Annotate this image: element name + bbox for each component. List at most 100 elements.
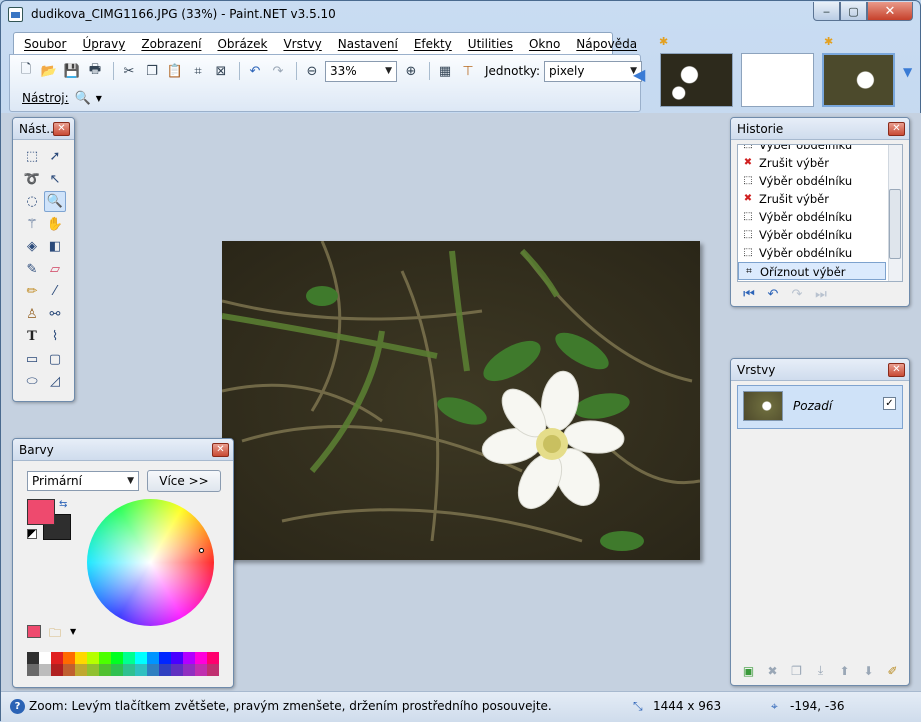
- palette-swatch[interactable]: [87, 652, 99, 664]
- add-to-palette-icon[interactable]: [27, 625, 41, 638]
- line-curve-icon[interactable]: ⌇: [44, 326, 66, 347]
- pan-icon[interactable]: ✋: [44, 214, 66, 235]
- fast-forward-icon[interactable]: ⏭: [811, 286, 831, 302]
- history-panel-close[interactable]: ✕: [888, 122, 905, 136]
- close-button[interactable]: ✕: [867, 2, 913, 21]
- palette-swatch[interactable]: [195, 664, 207, 676]
- zoom-tool-icon[interactable]: 🔍: [44, 191, 66, 212]
- grid-icon[interactable]: ▦: [435, 61, 455, 81]
- palette-swatch[interactable]: [183, 652, 195, 664]
- chevron-down-icon[interactable]: ▼: [70, 627, 76, 636]
- rewind-icon[interactable]: ⏮: [739, 286, 759, 302]
- menu-utilities[interactable]: Utilities: [460, 37, 521, 51]
- freeform-shape-icon[interactable]: ◿: [44, 371, 66, 392]
- undo-icon[interactable]: ↶: [245, 61, 265, 81]
- copy-icon[interactable]: ❐: [142, 61, 162, 81]
- scrollbar-thumb[interactable]: [889, 189, 901, 259]
- text-icon[interactable]: T: [21, 326, 43, 347]
- layer-row[interactable]: Pozadí ✓: [737, 385, 903, 429]
- magic-wand-icon[interactable]: ⚚: [21, 214, 43, 235]
- paste-icon[interactable]: 📋: [165, 61, 185, 81]
- color-mode-select[interactable]: Primární ▼: [27, 471, 139, 491]
- current-tool-zoom-icon[interactable]: 🔍: [73, 88, 93, 108]
- history-item[interactable]: ⬚ Výběr obdélníku: [738, 208, 902, 226]
- move-selection-icon[interactable]: ↖: [44, 169, 66, 190]
- clone-stamp-icon[interactable]: ♙: [21, 304, 43, 325]
- layers-panel-close[interactable]: ✕: [888, 363, 905, 377]
- palette-swatch[interactable]: [27, 652, 39, 664]
- image-canvas[interactable]: [222, 241, 700, 560]
- palette-swatch[interactable]: [87, 664, 99, 676]
- menu-file[interactable]: Soubor: [16, 37, 74, 51]
- menu-view[interactable]: Zobrazení: [133, 37, 209, 51]
- palette-swatch[interactable]: [195, 652, 207, 664]
- image-tab-1[interactable]: [660, 53, 733, 107]
- eraser-icon[interactable]: ▱: [44, 259, 66, 280]
- palette-swatch[interactable]: [135, 664, 147, 676]
- crop-to-selection-icon[interactable]: ⌗: [188, 61, 208, 81]
- maximize-button[interactable]: ▢: [840, 2, 867, 21]
- scroll-left-icon[interactable]: ◀: [633, 65, 645, 84]
- palette-swatch[interactable]: [159, 664, 171, 676]
- palette-swatch[interactable]: [39, 652, 51, 664]
- palette-swatch[interactable]: [111, 652, 123, 664]
- tools-panel-close[interactable]: ✕: [53, 122, 70, 136]
- rectangle-icon[interactable]: ▭: [21, 349, 43, 370]
- swap-colors-icon[interactable]: ⇆: [59, 499, 67, 510]
- palette-swatch[interactable]: [99, 664, 111, 676]
- rounded-rect-icon[interactable]: ▢: [44, 349, 66, 370]
- primary-color-swatch[interactable]: [27, 499, 55, 525]
- rect-select-icon[interactable]: ⬚: [21, 146, 43, 167]
- redo-icon[interactable]: ↷: [268, 61, 288, 81]
- history-scrollbar[interactable]: [888, 145, 902, 281]
- move-selected-icon[interactable]: ➚: [44, 146, 66, 167]
- palette-swatch[interactable]: [183, 664, 195, 676]
- menu-adjustments[interactable]: Nastavení: [330, 37, 406, 51]
- layer-visibility-checkbox[interactable]: ✓: [883, 397, 896, 410]
- menu-edit[interactable]: Úpravy: [74, 37, 133, 51]
- color-wheel-marker[interactable]: [199, 548, 204, 553]
- palette-swatch[interactable]: [135, 652, 147, 664]
- zoom-in-icon[interactable]: ⊕: [401, 61, 421, 81]
- palette-swatch[interactable]: [51, 652, 63, 664]
- image-tab-2[interactable]: [741, 53, 814, 107]
- gradient-icon[interactable]: ◧: [44, 236, 66, 257]
- menu-effects[interactable]: Efekty: [406, 37, 460, 51]
- palette-swatch[interactable]: [147, 664, 159, 676]
- pencil-icon[interactable]: ✏: [21, 281, 43, 302]
- more-colors-button[interactable]: Více >>: [147, 470, 221, 492]
- color-wheel[interactable]: [87, 499, 214, 626]
- history-item[interactable]: ⬚ Výběr obdélníku: [738, 145, 902, 154]
- duplicate-layer-icon[interactable]: ❐: [787, 662, 806, 679]
- history-item-selected[interactable]: ⌗ Oříznout výběr: [738, 262, 886, 280]
- palette-menu-icon[interactable]: 🗀: [49, 624, 61, 645]
- recolor-icon[interactable]: ⚯: [44, 304, 66, 325]
- menu-help[interactable]: Nápověda: [568, 37, 645, 51]
- minimize-button[interactable]: ‒: [813, 2, 840, 21]
- add-layer-icon[interactable]: ▣: [739, 662, 758, 679]
- palette-swatch[interactable]: [171, 652, 183, 664]
- open-file-icon[interactable]: 📂: [39, 61, 59, 81]
- ellipse-select-icon[interactable]: ◌: [21, 191, 43, 212]
- print-icon[interactable]: 🖶: [85, 61, 105, 81]
- zoom-combo[interactable]: 33% ▼: [325, 60, 397, 82]
- color-picker-icon[interactable]: ⁄: [44, 281, 66, 302]
- palette-swatch[interactable]: [207, 652, 219, 664]
- ruler-icon[interactable]: ⊤: [458, 61, 478, 81]
- zoom-out-icon[interactable]: ⊖: [302, 61, 322, 81]
- layer-properties-icon[interactable]: ✐: [883, 662, 902, 679]
- image-tab-3-active[interactable]: [822, 53, 895, 107]
- palette-swatch[interactable]: [63, 652, 75, 664]
- palette-swatch[interactable]: [207, 664, 219, 676]
- tabs-dropdown-icon[interactable]: ▼: [903, 65, 912, 79]
- paint-bucket-icon[interactable]: ◈: [21, 236, 43, 257]
- chevron-down-icon[interactable]: ▼: [96, 94, 102, 103]
- move-up-icon[interactable]: ⬆: [835, 662, 854, 679]
- palette-swatch[interactable]: [27, 664, 39, 676]
- palette-swatch[interactable]: [123, 664, 135, 676]
- palette-swatch[interactable]: [51, 664, 63, 676]
- palette-swatch[interactable]: [111, 664, 123, 676]
- palette-swatch[interactable]: [171, 664, 183, 676]
- undo-icon[interactable]: ↶: [763, 286, 783, 302]
- save-icon[interactable]: 💾: [62, 61, 82, 81]
